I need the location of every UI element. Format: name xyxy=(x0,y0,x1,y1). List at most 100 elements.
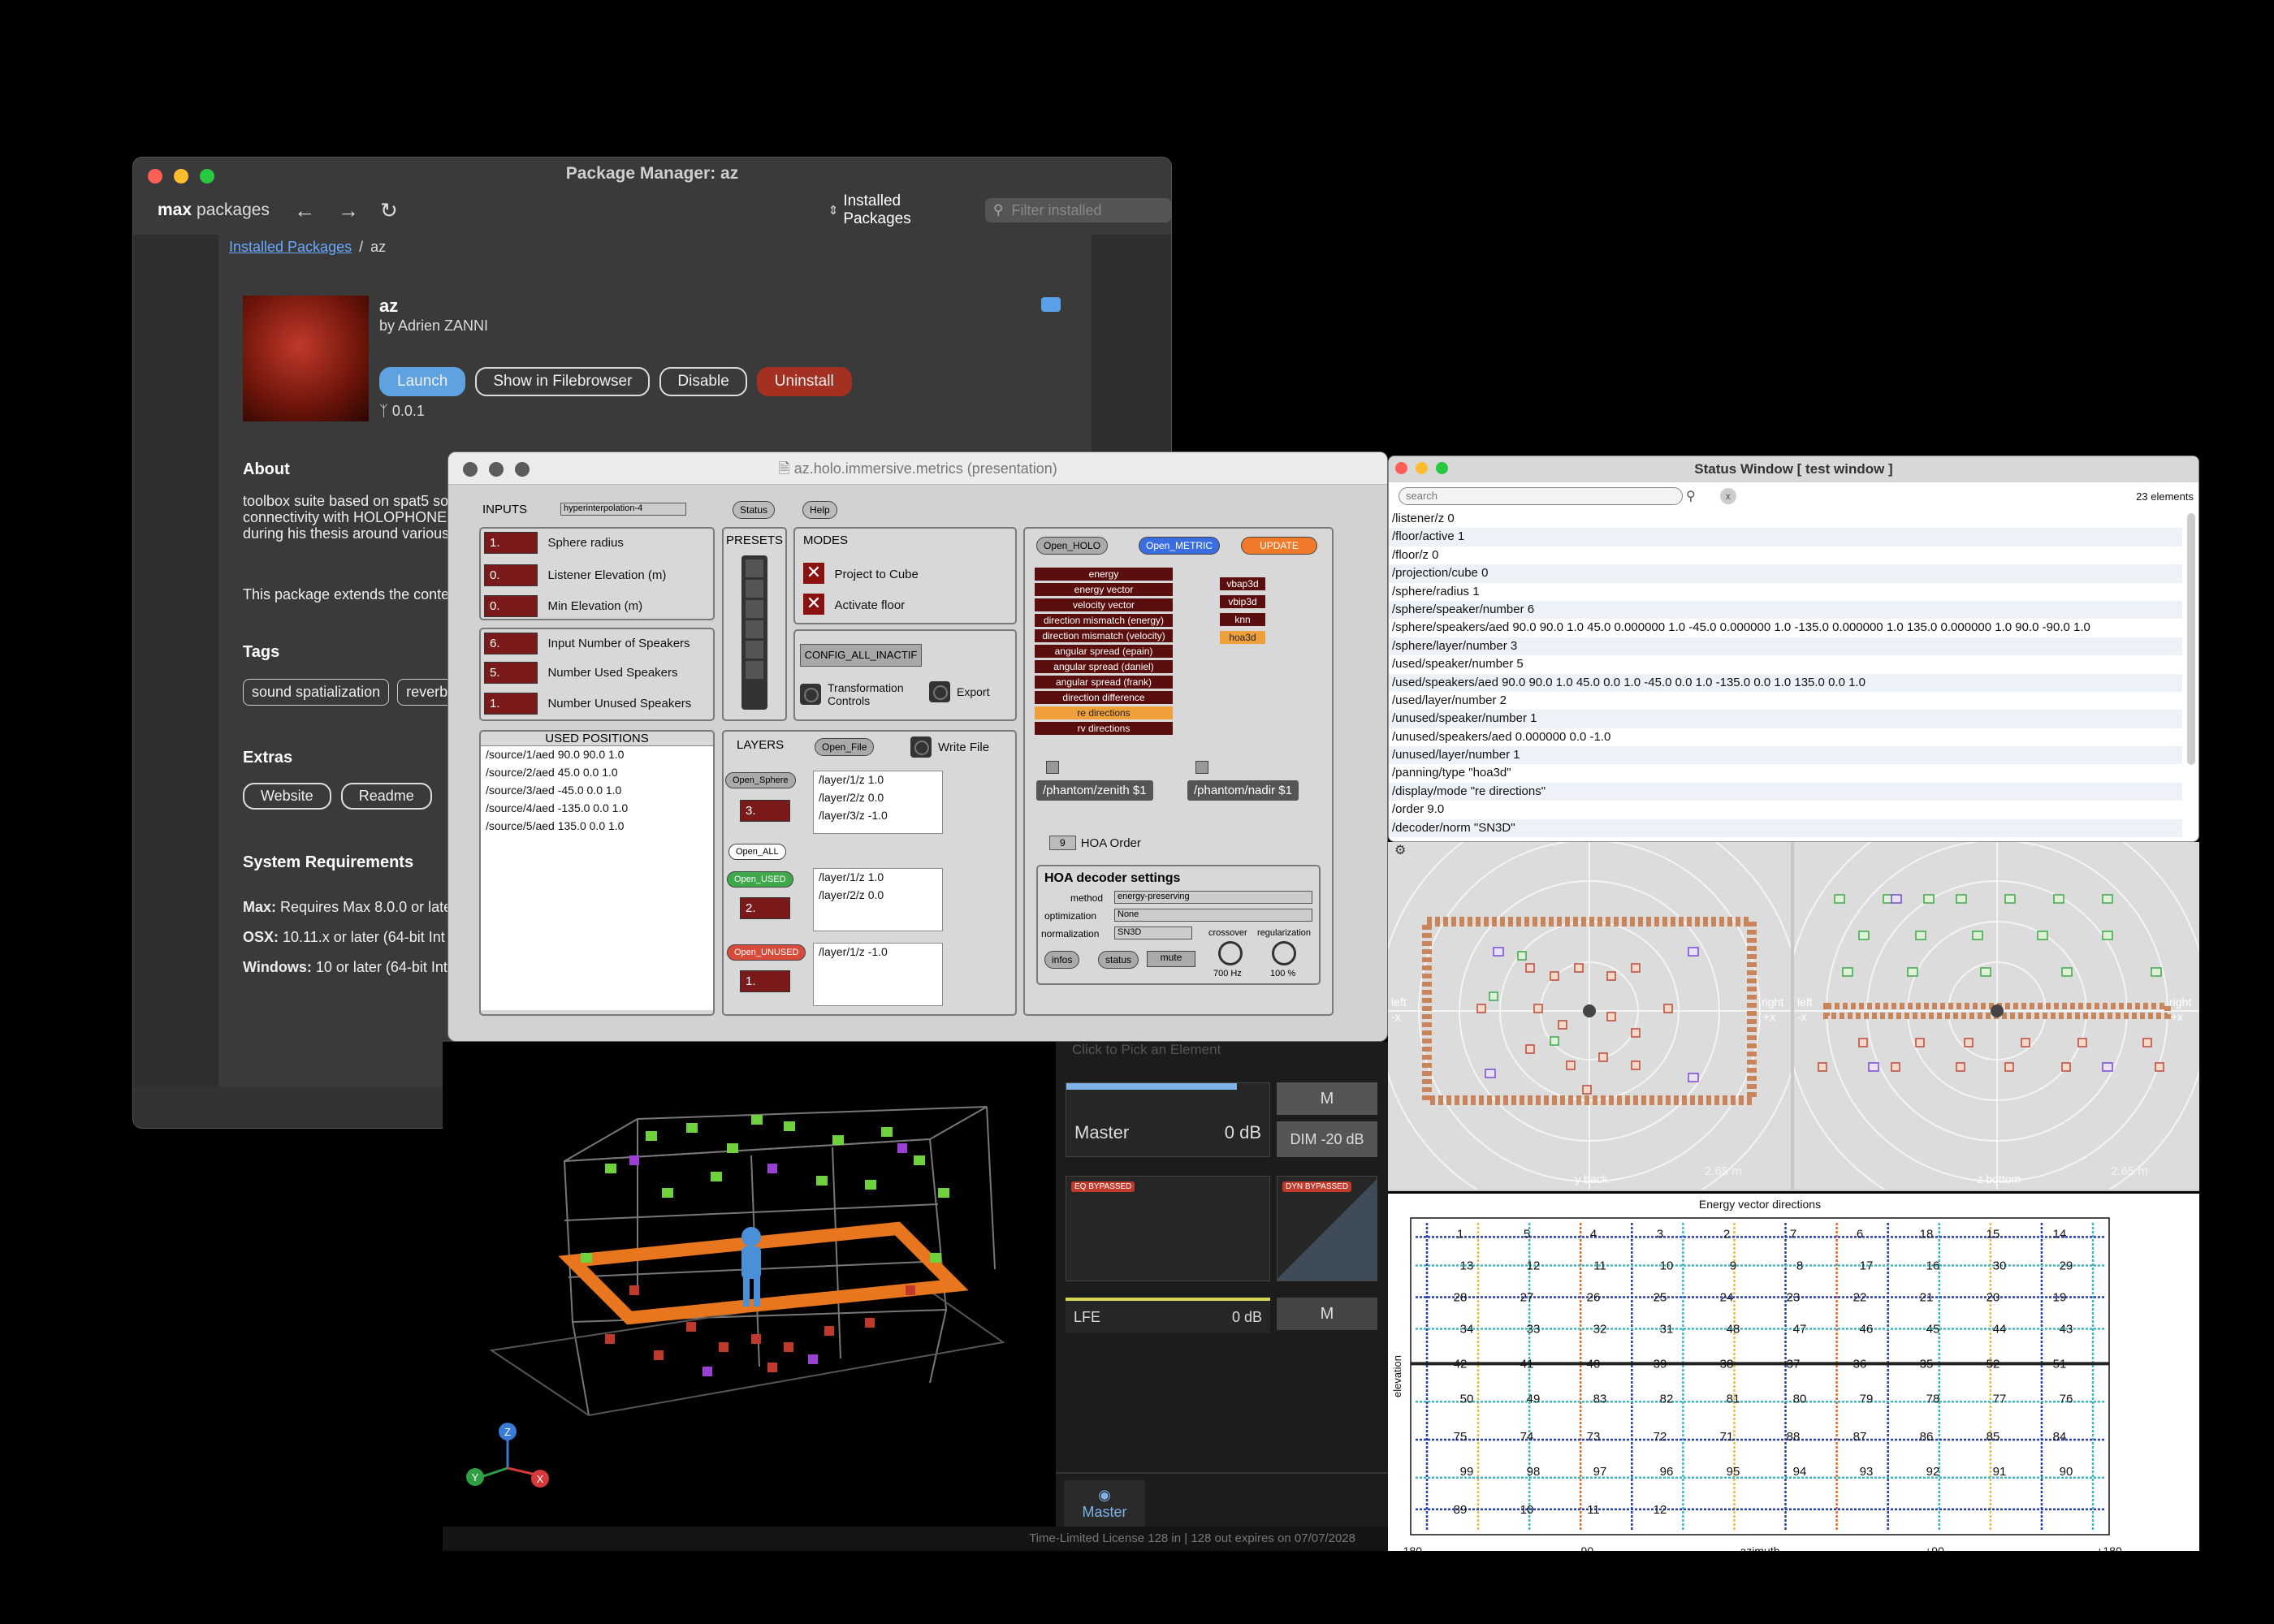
top-view[interactable]: left -x right +x -y back 2.65 m xyxy=(1388,842,1791,1190)
preset-slot[interactable] xyxy=(746,641,763,659)
panning-item[interactable]: hoa3d xyxy=(1220,631,1265,644)
nadir-toggle[interactable] xyxy=(1195,761,1208,774)
sphere-layers-list[interactable]: /layer/1/z 1.0 /layer/2/z 0.0 /layer/3/z… xyxy=(813,771,943,834)
used-speakers-number[interactable]: 5. xyxy=(484,662,538,684)
open-all-button[interactable]: Open_ALL xyxy=(728,844,786,860)
config-all-button[interactable]: CONFIG_ALL_INACTIF xyxy=(800,644,922,667)
list-item[interactable]: /source/5/aed 135.0 0.0 1.0 xyxy=(481,818,713,836)
list-item[interactable]: /layer/2/z 0.0 xyxy=(814,789,942,807)
status-row[interactable]: /unused/speaker/number 1 xyxy=(1389,710,2182,728)
list-item[interactable]: /layer/1/z -1.0 xyxy=(814,944,942,961)
unused-layers-list[interactable]: /layer/1/z -1.0 xyxy=(813,943,943,1006)
mute-button[interactable]: mute xyxy=(1147,951,1195,967)
zenith-toggle[interactable] xyxy=(1046,761,1059,774)
forward-arrow-icon[interactable]: → xyxy=(338,198,359,223)
clear-search-icon[interactable]: x xyxy=(1719,488,1736,504)
filter-field[interactable]: ⚲ Filter installed xyxy=(985,198,1171,222)
open-unused-button[interactable]: Open_UNUSED xyxy=(727,944,806,961)
metric-item[interactable]: re directions xyxy=(1035,706,1173,719)
phantom-nadir-message[interactable]: /phantom/nadir $1 xyxy=(1187,780,1299,801)
status-row[interactable]: /unused/speakers/aed 0.000000 0.0 -1.0 xyxy=(1389,728,2182,746)
preset-slot[interactable] xyxy=(746,620,763,638)
export-toggle[interactable] xyxy=(929,681,950,702)
method-dropdown[interactable]: energy-preserving xyxy=(1114,891,1312,904)
status-row[interactable]: /used/speaker/number 5 xyxy=(1389,655,2182,673)
sort-dropdown[interactable]: Installed Packages xyxy=(843,192,969,228)
write-file-toggle[interactable] xyxy=(910,736,932,758)
metric-list[interactable]: energy energy vector velocity vector direct… xyxy=(1035,568,1173,737)
minimize-button[interactable] xyxy=(1416,462,1428,474)
viewer-3d[interactable]: Z Y X xyxy=(443,1042,1056,1551)
list-item[interactable]: /source/1/aed 90.0 90.0 1.0 xyxy=(481,746,713,764)
gear-icon[interactable]: ⚙ xyxy=(1394,842,1406,858)
activate-floor-toggle[interactable]: ✕ xyxy=(803,594,824,615)
close-button[interactable] xyxy=(1395,462,1407,474)
close-button[interactable] xyxy=(463,462,478,477)
hoa-order-number[interactable]: 9 xyxy=(1049,836,1076,850)
status-search-field[interactable]: search xyxy=(1399,487,1683,505)
normalization-dropdown[interactable]: SN3D xyxy=(1114,926,1192,939)
list-item[interactable]: /layer/2/z 0.0 xyxy=(814,887,942,905)
unused-speakers-number[interactable]: 1. xyxy=(484,693,538,715)
preset-slot[interactable] xyxy=(746,580,763,598)
list-item[interactable]: /source/3/aed -45.0 0.0 1.0 xyxy=(481,782,713,800)
status-row[interactable]: /order 9.0 xyxy=(1389,801,2182,818)
metric-item[interactable]: direction mismatch (velocity) xyxy=(1035,629,1173,642)
crossover-dial[interactable] xyxy=(1218,941,1243,965)
open-holo-button[interactable]: Open_HOLO xyxy=(1036,537,1109,555)
status-row[interactable]: /display/mode "re directions" xyxy=(1389,782,2182,801)
master-mute-button[interactable]: M xyxy=(1277,1082,1377,1115)
preset-slots[interactable] xyxy=(741,555,767,710)
status-row[interactable]: /decoder/norm "SN3D" xyxy=(1389,818,2182,838)
metric-item[interactable]: direction mismatch (energy) xyxy=(1035,614,1173,627)
open-metric-button[interactable]: Open_METRIC xyxy=(1139,537,1221,555)
preset-slot[interactable] xyxy=(746,600,763,618)
open-used-button[interactable]: Open_USED xyxy=(727,871,793,888)
metric-item[interactable]: direction difference xyxy=(1035,691,1173,704)
dim-button[interactable]: DIM -20 dB xyxy=(1277,1121,1377,1157)
transform-toggle[interactable] xyxy=(800,684,821,705)
preset-slot[interactable] xyxy=(746,559,763,577)
status-button-2[interactable]: status xyxy=(1098,951,1139,969)
breadcrumb-link[interactable]: Installed Packages xyxy=(229,239,352,255)
metric-item[interactable]: angular spread (daniel) xyxy=(1035,660,1173,673)
disable-button[interactable]: Disable xyxy=(659,367,747,396)
open-file-button[interactable]: Open_File xyxy=(815,738,875,756)
master-fader[interactable]: Master 0 dB xyxy=(1066,1082,1270,1157)
metric-item[interactable]: angular spread (frank) xyxy=(1035,676,1173,689)
list-item[interactable]: /layer/1/z 1.0 xyxy=(814,869,942,887)
status-row[interactable]: /unused/layer/number 1 xyxy=(1389,746,2182,765)
panning-item[interactable]: vbip3d xyxy=(1220,595,1265,608)
infos-button[interactable]: infos xyxy=(1044,951,1080,969)
sphere-layers-number[interactable]: 3. xyxy=(740,800,790,822)
front-view[interactable]: left -x right +x -z bottom 2.65 m xyxy=(1794,842,2199,1190)
sort-chevrons-icon[interactable]: ⇕ xyxy=(828,203,839,218)
panning-list[interactable]: vbap3d vbip3d knn hoa3d xyxy=(1220,577,1265,649)
status-row[interactable]: /projection/cube 0 xyxy=(1389,564,2182,583)
interp-dropdown[interactable]: hyperinterpolation-4 xyxy=(560,503,686,516)
website-button[interactable]: Website xyxy=(243,783,331,810)
status-button[interactable]: Status xyxy=(733,501,776,519)
metric-item[interactable]: energy xyxy=(1035,568,1173,581)
status-row[interactable]: /used/speakers/aed 90.0 90.0 1.0 45.0 0.… xyxy=(1389,673,2182,692)
status-rows[interactable]: /listener/z 0/floor/active 1/floor/z 0/p… xyxy=(1389,510,2182,841)
status-row[interactable]: /floor/z 0 xyxy=(1389,546,2182,564)
preset-slot[interactable] xyxy=(746,661,763,679)
back-arrow-icon[interactable]: ← xyxy=(294,198,315,223)
update-button[interactable]: UPDATE xyxy=(1241,537,1317,555)
sphere-radius-number[interactable]: 1. xyxy=(484,532,538,554)
tag-chip[interactable]: sound spatialization xyxy=(243,679,390,706)
input-speakers-number[interactable]: 6. xyxy=(484,633,538,654)
launch-button[interactable]: Launch xyxy=(379,367,466,396)
status-row[interactable]: /used/layer/number 2 xyxy=(1389,692,2182,710)
list-item[interactable]: /layer/3/z -1.0 xyxy=(814,807,942,825)
metric-item[interactable]: angular spread (epain) xyxy=(1035,645,1173,658)
metric-item[interactable]: velocity vector xyxy=(1035,598,1173,611)
regularization-dial[interactable] xyxy=(1272,941,1296,965)
status-row[interactable]: /sphere/radius 1 xyxy=(1389,583,2182,601)
lfe-fader[interactable]: LFE 0 dB xyxy=(1066,1298,1270,1333)
open-sphere-button[interactable]: Open_Sphere xyxy=(725,772,796,788)
status-row[interactable]: /listener/z 0 xyxy=(1389,510,2182,528)
status-row[interactable]: /panning/type "hoa3d" xyxy=(1389,764,2182,782)
optimization-dropdown[interactable]: None xyxy=(1114,909,1312,922)
